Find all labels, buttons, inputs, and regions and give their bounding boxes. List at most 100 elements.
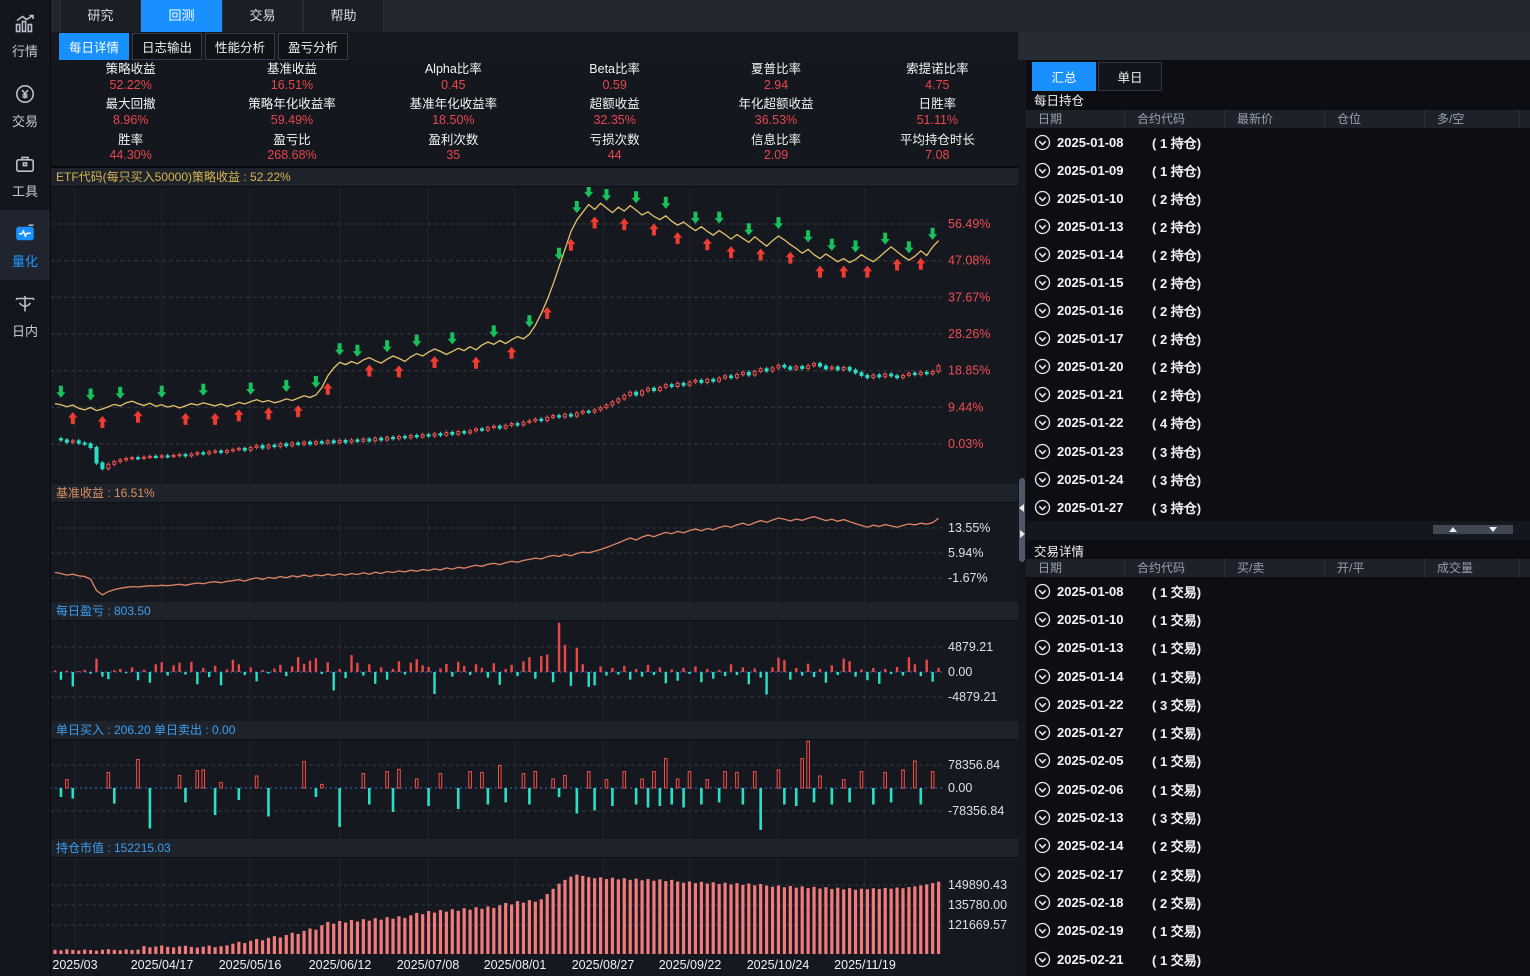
splitter-collapse-left-icon[interactable]	[1019, 504, 1024, 512]
trade-row[interactable]: 2025-02-13( 3 交易)	[1026, 803, 1530, 831]
expand-chevron-icon[interactable]	[1034, 668, 1051, 685]
position-value-chart[interactable]: 149890.43135780.00121669.57	[50, 858, 1018, 954]
expand-chevron-icon[interactable]	[1034, 611, 1051, 628]
trade-row[interactable]: 2025-02-06( 1 交易)	[1026, 775, 1530, 803]
splitter-handle[interactable]	[1019, 478, 1025, 562]
expand-chevron-icon[interactable]	[1034, 190, 1051, 207]
row-date: 2025-02-06	[1057, 782, 1152, 797]
row-summary: ( 1 交易)	[1152, 610, 1201, 629]
menu-tab-help[interactable]: 帮助	[303, 0, 384, 32]
expand-chevron-icon[interactable]	[1034, 922, 1051, 939]
position-row[interactable]: 2025-01-10( 2 持仓)	[1026, 184, 1530, 212]
tools-icon	[13, 152, 37, 176]
expand-chevron-icon[interactable]	[1034, 134, 1051, 151]
position-row[interactable]: 2025-01-16( 2 持仓)	[1026, 297, 1530, 325]
trade-row[interactable]: 2025-02-19( 1 交易)	[1026, 917, 1530, 945]
stat-label: 盈亏比	[273, 133, 311, 149]
expand-chevron-icon[interactable]	[1034, 218, 1051, 235]
daily-pnl-chart[interactable]: 4879.210.00-4879.21	[50, 621, 1018, 721]
sidebar-item-trade[interactable]: 交易	[0, 70, 50, 140]
position-row[interactable]: 2025-01-09( 1 持仓)	[1026, 156, 1530, 184]
expand-chevron-icon[interactable]	[1034, 951, 1051, 968]
subtab-pnl-analysis[interactable]: 盈亏分析	[278, 33, 348, 60]
expand-chevron-icon[interactable]	[1034, 499, 1051, 516]
position-row[interactable]: 2025-01-08( 1 持仓)	[1026, 128, 1530, 156]
stat-value: 4.75	[925, 78, 949, 94]
sidebar-item-market[interactable]: 行情	[0, 0, 50, 70]
trade-row[interactable]: 2025-01-10( 1 交易)	[1026, 605, 1530, 633]
strategy-return-chart[interactable]: 56.49%47.08%37.67%28.26%18.85%9.44%0.03%	[50, 187, 1018, 484]
sidebar-item-quant[interactable]: 量化	[0, 210, 50, 280]
table-scroll-control[interactable]	[1433, 525, 1513, 534]
position-row[interactable]: 2025-01-22( 4 持仓)	[1026, 409, 1530, 437]
splitter-collapse-right-icon[interactable]	[1020, 530, 1025, 538]
sidebar-item-intraday[interactable]: 日内	[0, 280, 50, 350]
right-panel-tab-single-day[interactable]: 单日	[1098, 62, 1162, 91]
right-panel-tab-summary[interactable]: 汇总	[1032, 62, 1096, 91]
subtab-performance[interactable]: 性能分析	[205, 33, 275, 60]
position-row[interactable]: 2025-01-14( 2 持仓)	[1026, 240, 1530, 268]
expand-chevron-icon[interactable]	[1034, 358, 1051, 375]
position-row[interactable]: 2025-01-23( 3 持仓)	[1026, 437, 1530, 465]
expand-chevron-icon[interactable]	[1034, 414, 1051, 431]
expand-chevron-icon[interactable]	[1034, 781, 1051, 798]
subtab-daily-detail[interactable]: 每日详情	[59, 33, 129, 60]
trade-row[interactable]: 2025-01-27( 1 交易)	[1026, 718, 1530, 746]
position-row[interactable]: 2025-01-24( 3 持仓)	[1026, 465, 1530, 493]
row-date: 2025-01-15	[1057, 275, 1152, 290]
expand-chevron-icon[interactable]	[1034, 443, 1051, 460]
vertical-splitter[interactable]	[1018, 60, 1026, 976]
sidebar-item-label: 量化	[12, 251, 38, 270]
expand-chevron-icon[interactable]	[1034, 724, 1051, 741]
menu-tab-research[interactable]: 研究	[60, 0, 141, 32]
expand-chevron-icon[interactable]	[1034, 837, 1051, 854]
expand-chevron-icon[interactable]	[1034, 894, 1051, 911]
expand-chevron-icon[interactable]	[1034, 302, 1051, 319]
x-axis-label: 2025/10/24	[747, 958, 810, 972]
expand-chevron-icon[interactable]	[1034, 274, 1051, 291]
expand-chevron-icon[interactable]	[1034, 809, 1051, 826]
trade-row[interactable]: 2025-02-05( 1 交易)	[1026, 747, 1530, 775]
row-summary: ( 1 交易)	[1152, 723, 1201, 742]
expand-chevron-icon[interactable]	[1034, 246, 1051, 263]
expand-chevron-icon[interactable]	[1034, 696, 1051, 713]
sidebar-item-label: 交易	[12, 111, 38, 130]
position-row[interactable]: 2025-01-27( 3 持仓)	[1026, 493, 1530, 521]
row-date: 2025-01-10	[1057, 191, 1152, 206]
subtab-log-output[interactable]: 日志输出	[132, 33, 202, 60]
column-header: 开/平	[1325, 559, 1425, 577]
scroll-down-icon[interactable]	[1489, 527, 1497, 532]
position-row[interactable]: 2025-01-13( 2 持仓)	[1026, 212, 1530, 240]
expand-chevron-icon[interactable]	[1034, 162, 1051, 179]
expand-chevron-icon[interactable]	[1034, 471, 1051, 488]
strategy-panel-title: ETF代码(每只买入50000)策略收益 : 52.22%	[50, 168, 1018, 187]
expand-chevron-icon[interactable]	[1034, 583, 1051, 600]
expand-chevron-icon[interactable]	[1034, 386, 1051, 403]
trade-row[interactable]: 2025-01-22( 3 交易)	[1026, 690, 1530, 718]
position-row[interactable]: 2025-01-20( 2 持仓)	[1026, 353, 1530, 381]
trade-icon	[13, 82, 37, 106]
stat-cell: 胜率44.30%	[50, 131, 211, 166]
expand-chevron-icon[interactable]	[1034, 866, 1051, 883]
menu-tab-trading[interactable]: 交易	[222, 0, 303, 32]
trade-row[interactable]: 2025-02-18( 2 交易)	[1026, 888, 1530, 916]
menu-tab-backtest[interactable]: 回测	[141, 0, 222, 32]
expand-chevron-icon[interactable]	[1034, 752, 1051, 769]
position-row[interactable]: 2025-01-21( 2 持仓)	[1026, 381, 1530, 409]
expand-chevron-icon[interactable]	[1034, 330, 1051, 347]
sidebar-item-tools[interactable]: 工具	[0, 140, 50, 210]
scroll-up-icon[interactable]	[1449, 527, 1457, 532]
position-row[interactable]: 2025-01-15( 2 持仓)	[1026, 268, 1530, 296]
expand-chevron-icon[interactable]	[1034, 639, 1051, 656]
trade-row[interactable]: 2025-01-08( 1 交易)	[1026, 577, 1530, 605]
trade-row[interactable]: 2025-01-13( 1 交易)	[1026, 634, 1530, 662]
trade-row[interactable]: 2025-02-21( 1 交易)	[1026, 945, 1530, 973]
trade-row[interactable]: 2025-02-17( 2 交易)	[1026, 860, 1530, 888]
position-row[interactable]: 2025-01-17( 2 持仓)	[1026, 325, 1530, 353]
column-header: 多/空	[1425, 110, 1520, 128]
benchmark-return-chart[interactable]: 13.55%5.94%-1.67%	[50, 503, 1018, 602]
svg-text:28.26%: 28.26%	[948, 327, 990, 341]
trade-row[interactable]: 2025-01-14( 1 交易)	[1026, 662, 1530, 690]
trade-row[interactable]: 2025-02-14( 2 交易)	[1026, 832, 1530, 860]
daily-buy-sell-chart[interactable]: 78356.840.00-78356.84	[50, 740, 1018, 839]
